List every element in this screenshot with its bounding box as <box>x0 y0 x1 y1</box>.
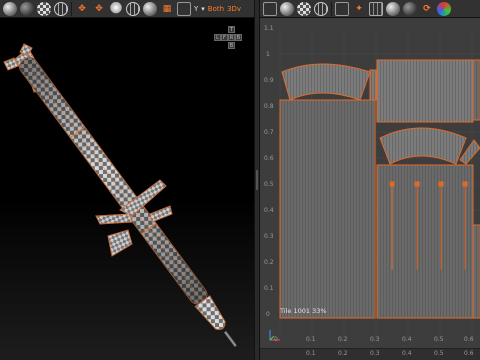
bottom-tick: 0.6 <box>464 350 474 357</box>
tile-label: Tile 1001 33% <box>280 307 327 315</box>
v-tick: 0.1 <box>264 285 274 292</box>
v-tick: 0.8 <box>264 103 274 110</box>
v-tick: 0.4 <box>264 207 274 214</box>
v-tick: 0.9 <box>264 77 274 84</box>
v-tick: 0.7 <box>264 129 274 136</box>
u-tick-origin: 0 <box>274 336 278 343</box>
bottom-tick: 0.3 <box>370 350 380 357</box>
bottom-tick: 0.1 <box>306 350 316 357</box>
uv-editor[interactable]: ✦ ⟳ 1.1 1 0.9 0.8 0.7 0.6 0.5 0.4 0.3 0.… <box>260 0 480 360</box>
u-tick: 0.2 <box>338 336 348 343</box>
u-tick: 0.4 <box>402 336 412 343</box>
u-tick: 0.5 <box>434 336 444 343</box>
v-tick: 0.2 <box>264 259 274 266</box>
u-tick: 0.1 <box>306 336 316 343</box>
bottom-tick: 0.5 <box>434 350 444 357</box>
missile-model[interactable] <box>0 0 254 360</box>
u-tick: 0.3 <box>370 336 380 343</box>
viewport-3d[interactable]: ✥ ✥ ▦ Y ▾ Both 3Dv T L F R B B <box>0 0 254 360</box>
v-tick: 1.1 <box>264 25 274 32</box>
v-tick: 0.6 <box>264 155 274 162</box>
bottom-tick: 0.4 <box>402 350 412 357</box>
v-tick: 0.5 <box>264 181 274 188</box>
uv-layout[interactable] <box>260 0 480 360</box>
u-tick: 0.6 <box>464 336 474 343</box>
divider-grip[interactable] <box>256 170 258 190</box>
v-tick: 0.3 <box>264 233 274 240</box>
v-tick: 1 <box>266 51 270 58</box>
uv-shells <box>279 59 480 319</box>
v-tick: 0 <box>266 311 270 318</box>
bottom-tick: 0.2 <box>338 350 348 357</box>
